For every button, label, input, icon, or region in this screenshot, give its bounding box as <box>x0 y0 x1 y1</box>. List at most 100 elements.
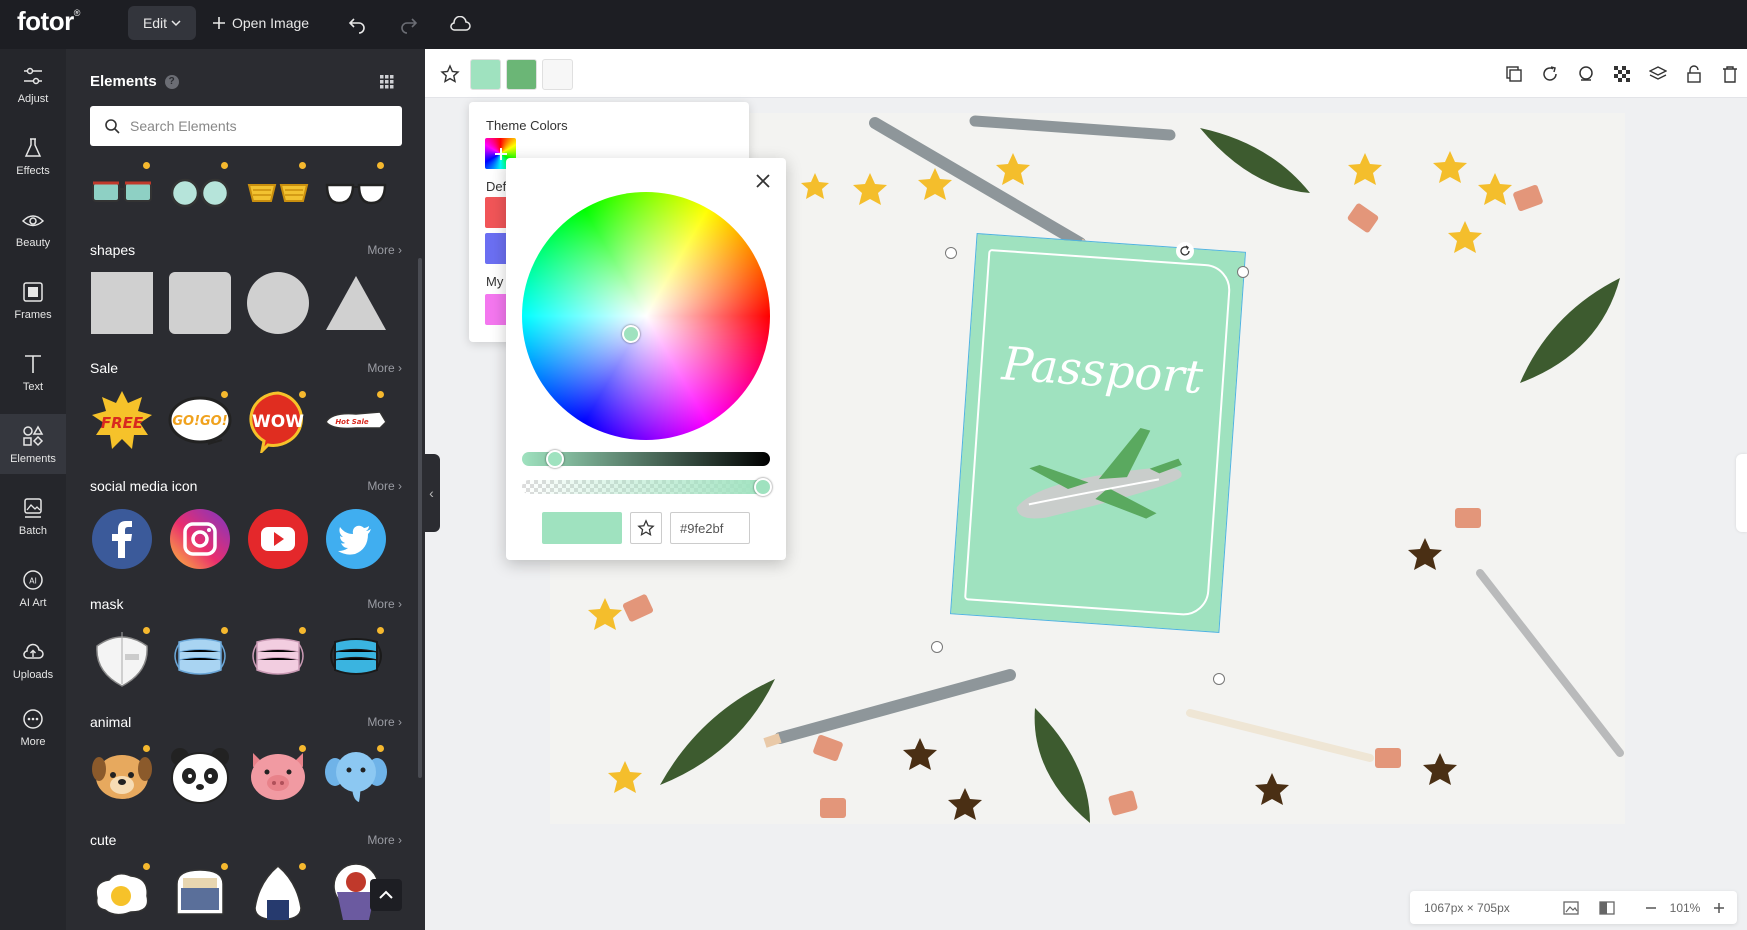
grid-view-icon[interactable] <box>380 75 394 94</box>
element-glasses-1[interactable] <box>90 160 154 224</box>
edit-menu-button[interactable]: Edit <box>128 6 196 40</box>
element-mask-teal[interactable] <box>324 625 388 689</box>
resize-handle-top-left[interactable] <box>945 247 957 259</box>
resize-handle-top-right[interactable] <box>1237 266 1249 278</box>
rotate-icon[interactable] <box>1538 62 1562 86</box>
save-color-button[interactable] <box>630 512 662 544</box>
redo-icon[interactable] <box>396 11 422 37</box>
rail-beauty[interactable]: Beauty <box>0 198 66 258</box>
element-cute-egg[interactable] <box>90 861 154 925</box>
rail-adjust[interactable]: Adjust <box>0 54 66 114</box>
rail-ai-art[interactable]: AI AI Art <box>0 558 66 618</box>
element-panda[interactable] <box>168 743 232 807</box>
image-fit-icon[interactable] <box>1556 893 1586 923</box>
brightness-slider-handle[interactable] <box>546 450 564 468</box>
svg-text:Hot Sale: Hot Sale <box>335 418 369 426</box>
resize-handle-bottom-left[interactable] <box>931 641 943 653</box>
zoom-in-icon[interactable] <box>1704 893 1734 923</box>
close-icon <box>756 174 770 188</box>
color-swatch-2[interactable] <box>506 59 537 90</box>
element-dog[interactable] <box>90 743 154 807</box>
instagram-icon[interactable] <box>168 507 232 571</box>
sticker-gogo[interactable]: GO!GO! <box>168 389 232 453</box>
theme-colors-label: Theme Colors <box>486 118 568 133</box>
shadow-icon[interactable] <box>1574 62 1598 86</box>
plus-icon <box>494 147 507 160</box>
youtube-icon[interactable] <box>246 507 310 571</box>
fotor-logo[interactable]: fotor® <box>17 6 80 37</box>
panel-scrollbar[interactable] <box>418 258 422 778</box>
search-box[interactable] <box>90 106 402 146</box>
star-icon <box>637 519 655 537</box>
more-link-mask[interactable]: More › <box>367 597 402 611</box>
opacity-slider[interactable] <box>522 478 772 496</box>
more-link-social[interactable]: More › <box>367 479 402 493</box>
shape-rounded-square[interactable] <box>168 271 232 335</box>
element-pig[interactable] <box>246 743 310 807</box>
collapse-panel-button[interactable]: ‹ <box>423 454 440 532</box>
shape-square[interactable] <box>90 271 154 335</box>
shape-triangle[interactable] <box>324 271 388 335</box>
zoom-out-icon[interactable] <box>1636 893 1666 923</box>
element-mask-blue[interactable] <box>168 625 232 689</box>
more-link-animal[interactable]: More › <box>367 715 402 729</box>
more-link-shapes[interactable]: More › <box>367 243 402 257</box>
sticker-free[interactable]: FREE <box>90 389 154 453</box>
text-icon <box>25 354 41 373</box>
element-cute-bread[interactable] <box>168 861 232 925</box>
sticker-wow[interactable]: WOW <box>246 389 310 453</box>
favorite-star-icon[interactable] <box>438 62 462 86</box>
element-glasses-2[interactable] <box>168 160 232 224</box>
rail-batch[interactable]: Batch <box>0 486 66 546</box>
twitter-icon[interactable] <box>324 507 388 571</box>
rail-more[interactable]: More <box>0 697 66 757</box>
help-icon[interactable]: ? <box>164 74 179 89</box>
canvas-toolbar <box>425 49 1747 98</box>
delete-icon[interactable] <box>1718 62 1742 86</box>
rail-effects[interactable]: Effects <box>0 126 66 186</box>
rotate-handle[interactable] <box>1176 242 1194 260</box>
lock-icon[interactable] <box>1682 62 1706 86</box>
open-image-button[interactable]: Open Image <box>212 8 309 38</box>
brightness-slider[interactable] <box>522 450 770 468</box>
color-swatch-1[interactable] <box>470 59 501 90</box>
element-mask-pink[interactable] <box>246 625 310 689</box>
color-swatch-3[interactable] <box>542 59 573 90</box>
sticker-hot-sale[interactable]: Hot Sale <box>324 389 388 453</box>
upload-cloud-icon <box>23 643 44 659</box>
rail-elements[interactable]: Elements <box>0 414 66 474</box>
element-mask-n95[interactable] <box>90 625 154 689</box>
rail-uploads[interactable]: Uploads <box>0 630 66 690</box>
plus-icon <box>213 17 225 29</box>
rail-text[interactable]: Text <box>0 342 66 402</box>
transparency-icon[interactable] <box>1610 62 1634 86</box>
more-link-sale[interactable]: More › <box>367 361 402 375</box>
element-glasses-4[interactable] <box>324 160 388 224</box>
status-bar: 1067px × 705px 101% <box>1410 891 1737 924</box>
more-link-cute[interactable]: More › <box>367 833 402 847</box>
opacity-slider-handle[interactable] <box>754 478 772 496</box>
rail-frames[interactable]: Frames <box>0 270 66 330</box>
element-cute-onigiri[interactable] <box>246 861 310 925</box>
color-wheel[interactable] <box>522 192 770 440</box>
layers-icon[interactable] <box>1646 62 1670 86</box>
passport-element[interactable]: Passport <box>949 233 1247 633</box>
search-input[interactable] <box>130 118 390 134</box>
elements-icon <box>23 424 44 446</box>
hex-color-input[interactable] <box>670 512 750 544</box>
facebook-icon[interactable] <box>90 507 154 571</box>
cloud-icon[interactable] <box>447 11 473 37</box>
close-picker-button[interactable] <box>752 170 774 192</box>
compare-icon[interactable] <box>1592 893 1622 923</box>
element-glasses-3[interactable] <box>246 160 310 224</box>
chevron-left-icon: ‹ <box>429 485 434 501</box>
duplicate-icon[interactable] <box>1502 62 1526 86</box>
resize-handle-bottom-right[interactable] <box>1213 673 1225 685</box>
chevron-up-icon <box>379 890 393 899</box>
right-panel-toggle[interactable] <box>1736 454 1747 532</box>
back-to-top-button[interactable] <box>370 879 402 911</box>
shape-circle[interactable] <box>246 271 310 335</box>
undo-icon[interactable] <box>344 11 370 37</box>
element-elephant[interactable] <box>324 743 388 807</box>
color-wheel-handle[interactable] <box>622 325 640 343</box>
